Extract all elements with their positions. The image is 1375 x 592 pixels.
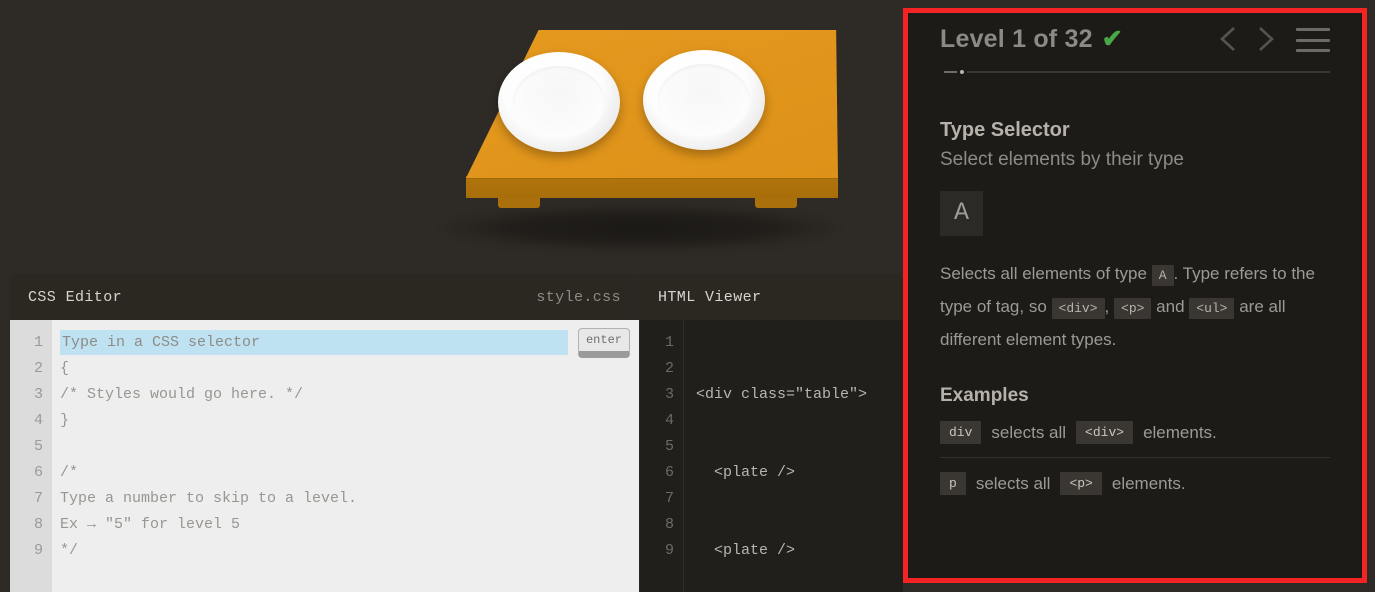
css-line-number: 2: [33, 360, 43, 377]
desc-text: ,: [1104, 297, 1110, 316]
css-line-number: 9: [33, 542, 43, 559]
level-progress-bar[interactable]: [940, 67, 1330, 77]
editor-card: CSS Editor style.css 1 2 3 4 5 6 7 8 9 T…: [10, 274, 903, 592]
desc-text: . Type refers to: [1173, 264, 1287, 283]
html-line-number: 9: [664, 542, 674, 559]
progress-handle[interactable]: [957, 67, 967, 77]
example-item: div selects all <div> elements.: [940, 407, 1330, 457]
css-line-number: 5: [33, 438, 43, 455]
css-code-area: 1 2 3 4 5 6 7 8 9 enter { /* Styles: [10, 320, 639, 592]
html-line-number: 1: [664, 334, 674, 351]
sidebar-header: Level 1 of 32 ✔: [940, 13, 1330, 61]
html-line-number: 6: [664, 464, 674, 481]
table-shadow: [440, 205, 840, 251]
table-side: [466, 176, 838, 198]
example-text-after: elements.: [1143, 422, 1217, 442]
desc-code-token: A: [1151, 265, 1174, 286]
css-line-number: 7: [33, 490, 43, 507]
app-root: CSS Editor style.css 1 2 3 4 5 6 7 8 9 T…: [0, 0, 1375, 592]
lesson-sidebar-highlight: Level 1 of 32 ✔ Type Selector Select ele…: [903, 8, 1367, 583]
hamburger-menu-icon[interactable]: [1296, 26, 1330, 52]
level-complete-check-icon: ✔: [1101, 24, 1123, 53]
plate-2[interactable]: [643, 50, 765, 150]
example-selector: div: [940, 421, 982, 444]
example-target-tag: <p>: [1060, 472, 1102, 495]
lesson-selector-token: A: [940, 191, 984, 236]
html-code-body: <div class="table"> <plate /> <plate /> …: [684, 320, 903, 592]
css-code-line: [60, 434, 639, 460]
example-text-before: selects all: [975, 473, 1051, 493]
css-code-line: /*: [60, 464, 79, 481]
css-code-body: enter { /* Styles would go here. */ } /*…: [52, 320, 639, 592]
css-line-number: 8: [33, 516, 43, 533]
desc-code-token: <ul>: [1189, 298, 1235, 319]
css-gutter: 1 2 3 4 5 6 7 8 9: [10, 320, 52, 592]
html-gutter: 1 2 3 4 5 6 7 8 9: [640, 320, 684, 592]
css-line-number: 4: [33, 412, 43, 429]
html-code-line[interactable]: <plate />: [696, 460, 903, 486]
lesson-title: Type Selector: [940, 119, 1070, 141]
html-code-line[interactable]: <div class="table">: [696, 382, 903, 408]
html-viewer-header: HTML Viewer: [640, 274, 903, 320]
sidebar-nav: [1212, 22, 1330, 56]
dining-table-scene: [400, 0, 900, 270]
css-line-number: 3: [33, 386, 43, 403]
plate-1[interactable]: [498, 52, 620, 152]
css-code-line: */: [60, 542, 79, 559]
css-code-line: Type a number to skip to a level.: [60, 490, 358, 507]
html-viewer-pane: HTML Viewer 1 2 3 4 5 6 7 8 9 <div class…: [639, 274, 903, 592]
html-line-number: 2: [664, 360, 674, 377]
html-code-line[interactable]: <plate />: [696, 538, 903, 564]
css-editor-filename: style.css: [536, 288, 621, 306]
css-code-line: {: [60, 360, 70, 377]
example-selector: p: [940, 472, 966, 495]
html-line-number: 8: [664, 516, 674, 533]
css-editor-title: CSS Editor: [28, 288, 123, 306]
progress-filled: [944, 71, 958, 73]
examples-heading: Examples: [940, 385, 1029, 406]
desc-text: are: [1239, 297, 1264, 316]
chevron-left-icon[interactable]: [1212, 22, 1246, 56]
css-code-line: }: [60, 412, 70, 429]
enter-button[interactable]: enter: [578, 328, 630, 358]
example-text-after: elements.: [1111, 473, 1186, 493]
desc-text: and: [1156, 297, 1185, 316]
css-selector-input[interactable]: [60, 330, 568, 355]
html-line-number: 5: [664, 438, 674, 455]
lesson-subtitle: Select elements by their type: [940, 149, 1184, 170]
css-editor-header: CSS Editor style.css: [10, 274, 639, 320]
example-target-tag: <div>: [1076, 421, 1134, 444]
example-item: p selects all <p> elements.: [940, 457, 1330, 508]
html-line-number: 3: [664, 386, 674, 403]
chevron-right-icon[interactable]: [1248, 22, 1282, 56]
lesson-description: Selects all elements of type A. Type ref…: [940, 258, 1330, 355]
html-viewer-title: HTML Viewer: [658, 288, 762, 306]
lesson-sidebar: Level 1 of 32 ✔ Type Selector Select ele…: [908, 13, 1362, 578]
css-selector-row: enter: [60, 328, 639, 358]
css-editor-pane: CSS Editor style.css 1 2 3 4 5 6 7 8 9 T…: [10, 274, 639, 592]
html-line-number: 4: [664, 412, 674, 429]
css-code-line: /* Styles would go here. */: [60, 386, 304, 403]
desc-code-token: <div>: [1051, 298, 1105, 319]
desc-text: Selects all elements of type: [940, 264, 1147, 283]
level-indicator: Level 1 of 32: [940, 24, 1093, 53]
example-text-before: selects all: [991, 422, 1067, 442]
desc-code-token: <p>: [1114, 298, 1152, 319]
html-line-number: 7: [664, 490, 674, 507]
css-line-number: 1: [33, 334, 43, 351]
css-code-line: Ex → "5" for level 5: [60, 516, 241, 533]
progress-track: [944, 71, 1330, 73]
html-code-area: 1 2 3 4 5 6 7 8 9 <div class="table"> <p…: [640, 320, 903, 592]
css-line-number: 6: [33, 464, 43, 481]
